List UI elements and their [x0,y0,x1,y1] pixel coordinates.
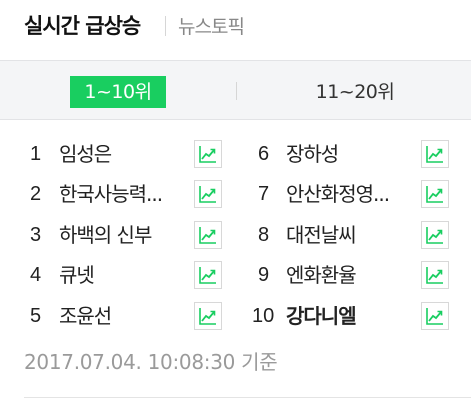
tab-separator [165,16,166,36]
ranking-item[interactable]: 4 큐넷 [0,259,235,291]
keyword-link[interactable]: 한국사능력... [59,178,184,210]
trend-icon[interactable] [421,261,449,289]
trend-icon[interactable] [421,140,449,168]
ranking-item[interactable]: 6 장하성 [236,138,471,170]
rank-number: 8 [258,224,270,246]
keyword-link[interactable]: 하백의 신부 [59,219,184,251]
keyword-link[interactable]: 조윤선 [59,300,184,332]
trend-icon[interactable] [194,302,222,330]
ranking-item[interactable]: 2 한국사능력... [0,178,235,210]
keyword-link[interactable]: 임성은 [59,138,184,170]
divider [24,397,471,398]
keyword-link[interactable]: 장하성 [286,138,411,170]
segment-rank-1-10[interactable]: 1~10위 [70,76,166,108]
keyword-link[interactable]: 안산화정영... [286,178,411,210]
ranking-item[interactable]: 5 조윤선 [0,300,235,332]
trend-icon[interactable] [421,302,449,330]
rank-number: 9 [258,264,270,286]
header: 실시간 급상승 뉴스토픽 [0,0,471,60]
rank-number: 7 [258,183,270,205]
ranking-item[interactable]: 10 강다니엘 [236,300,471,332]
rank-number: 6 [258,143,270,165]
ranking-item[interactable]: 7 안산화정영... [236,178,471,210]
segment-rank-11-20[interactable]: 11~20위 [300,76,410,108]
segment-divider [236,82,237,100]
ranking-item[interactable]: 9 엔화환율 [236,259,471,291]
trend-icon[interactable] [194,140,222,168]
rank-number: 4 [30,264,42,286]
trend-icon[interactable] [194,261,222,289]
keyword-link[interactable]: 대전날씨 [286,219,411,251]
update-timestamp: 2017.07.04. 10:08:30 기준 [24,350,278,374]
trend-icon[interactable] [194,180,222,208]
ranking-item[interactable]: 3 하백의 신부 [0,219,235,251]
trend-icon[interactable] [194,221,222,249]
tab-news-topic[interactable]: 뉴스토픽 [178,12,245,39]
trend-icon[interactable] [421,180,449,208]
keyword-link[interactable]: 엔화환율 [286,259,411,291]
ranking-item[interactable]: 8 대전날씨 [236,219,471,251]
keyword-link[interactable]: 강다니엘 [286,300,411,332]
rank-number: 2 [30,183,42,205]
tab-realtime-trending[interactable]: 실시간 급상승 [24,10,141,40]
rank-number: 3 [30,224,42,246]
rank-number: 1 [30,143,42,165]
rank-number: 10 [252,305,275,327]
rank-number: 5 [30,305,42,327]
rank-range-selector: 1~10위 11~20위 [0,60,471,120]
ranking-item[interactable]: 1 임성은 [0,138,235,170]
keyword-link[interactable]: 큐넷 [59,259,184,291]
trend-icon[interactable] [421,221,449,249]
